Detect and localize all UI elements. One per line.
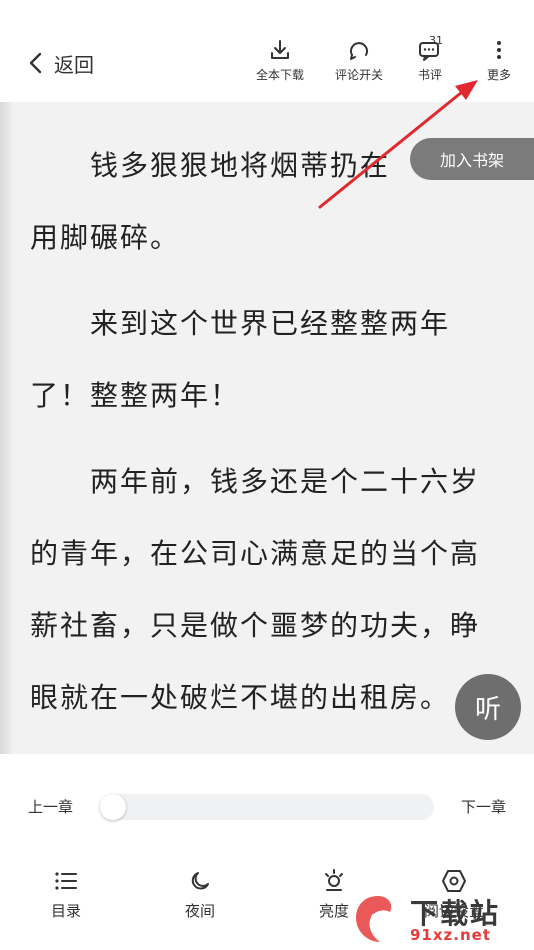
toc-label: 目录 [50, 902, 81, 920]
text-line: 薪社畜，只是做个噩梦的功夫，睁 [30, 609, 481, 642]
text-line: 钱多狠狠地将烟蒂扔在 [90, 149, 391, 182]
text-line: 的青年，在公司心满意足的当个高 [30, 537, 481, 570]
comment-toggle-button[interactable]: 评论开关 [324, 36, 394, 83]
night-mode-button[interactable]: 夜间 [160, 866, 240, 921]
comment-toggle-label: 评论开关 [334, 68, 383, 82]
chapter-progress-slider[interactable] [100, 794, 434, 820]
watermark: 9 下载站 91xz.net [350, 892, 526, 946]
back-button[interactable]: 返回 [26, 48, 94, 78]
page-edge-shadow [0, 102, 14, 754]
review-count-badge: 31 [429, 34, 443, 47]
text-line: 用脚碾碎。 [30, 221, 181, 254]
book-review-label: 书评 [417, 68, 442, 82]
text-line: 来到这个世界已经整整两年 [90, 307, 451, 340]
reading-area[interactable]: 钱多狠狠地将烟蒂扔在 用脚碾碎。 来到这个世界已经整整两年 了！整整两年！ 两年… [0, 102, 534, 754]
add-to-shelf-button[interactable]: 加入书架 [410, 138, 534, 180]
next-chapter-button[interactable]: 下一章 [461, 796, 506, 817]
toc-button[interactable]: 目录 [26, 866, 106, 921]
text-line: 了！整整两年！ [30, 379, 241, 412]
more-label: 更多 [486, 68, 511, 82]
chevron-left-icon [29, 52, 42, 74]
download-icon [271, 40, 289, 59]
brightness-icon [325, 869, 343, 891]
paragraph-2: 来到这个世界已经整整两年 了！整整两年！ [30, 288, 510, 432]
back-label: 返回 [54, 52, 94, 77]
bottom-control-panel: 上一章 下一章 目录 夜间 亮度 阅读设置 9 下载站 91xz.net [0, 754, 534, 950]
top-toolbar: 返回 全本下载 评论开关 31 书评 更多 [0, 0, 534, 102]
prev-chapter-button[interactable]: 上一章 [28, 796, 73, 817]
text-line: 两年前，钱多还是个二十六岁 [90, 465, 481, 498]
book-review-button[interactable]: 31 书评 [395, 34, 465, 83]
more-vertical-icon [497, 41, 501, 59]
download-all-label: 全本下载 [255, 68, 304, 82]
listen-button[interactable]: 听 [455, 674, 521, 740]
moon-icon [191, 872, 209, 890]
download-all-button[interactable]: 全本下载 [245, 36, 315, 83]
paragraph-3: 两年前，钱多还是个二十六岁 的青年，在公司心满意足的当个高 薪社畜，只是做个噩梦… [30, 446, 510, 734]
svg-text:9: 9 [370, 909, 383, 936]
watermark-logo-icon: 9 [356, 896, 392, 942]
list-icon [55, 872, 77, 890]
text-line: 眼就在一处破烂不堪的出租房。 [30, 681, 451, 714]
more-button[interactable]: 更多 [464, 36, 534, 83]
night-mode-label: 夜间 [184, 902, 215, 920]
watermark-url: 91xz.net [410, 926, 492, 944]
slider-thumb[interactable] [100, 794, 126, 820]
settings-hexagon-icon [442, 870, 466, 892]
comment-toggle-icon [350, 42, 368, 60]
